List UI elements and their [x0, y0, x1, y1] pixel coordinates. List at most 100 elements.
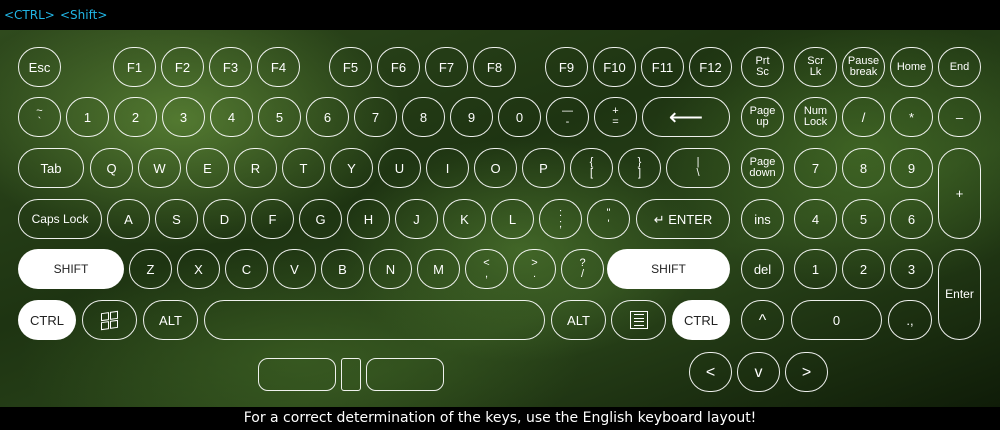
key-1[interactable]: 1	[66, 97, 109, 137]
key-minus[interactable]: — -	[546, 97, 589, 137]
key-f8[interactable]: F8	[473, 47, 516, 87]
key-i[interactable]: I	[426, 148, 469, 188]
key-end[interactable]: End	[938, 47, 981, 87]
key-ctrl-right[interactable]: CTRL	[672, 300, 730, 340]
key-num-8[interactable]: 8	[842, 148, 885, 188]
key-num-9[interactable]: 9	[890, 148, 933, 188]
key-arrow-right[interactable]: >	[785, 352, 828, 392]
key-b[interactable]: B	[321, 249, 364, 289]
key-v[interactable]: V	[273, 249, 316, 289]
key-prtsc[interactable]: Prt Sc	[741, 47, 784, 87]
key-num-0[interactable]: 0	[791, 300, 882, 340]
key-alt-right[interactable]: ALT	[551, 300, 606, 340]
key-tilde[interactable]: ~ `	[18, 97, 61, 137]
key-enter[interactable]: ↵ ENTER	[636, 199, 730, 239]
key-slash[interactable]: ? /	[561, 249, 604, 289]
key-num-7[interactable]: 7	[794, 148, 837, 188]
key-quote[interactable]: " '	[587, 199, 630, 239]
key-num-plus[interactable]: +	[938, 148, 981, 239]
key-pagedown[interactable]: Page down	[741, 148, 784, 188]
key-8[interactable]: 8	[402, 97, 445, 137]
key-num-4[interactable]: 4	[794, 199, 837, 239]
key-menu[interactable]	[611, 300, 666, 340]
key-arrow-left[interactable]: <	[689, 352, 732, 392]
key-num-2[interactable]: 2	[842, 249, 885, 289]
key-scrlk[interactable]: Scr Lk	[794, 47, 837, 87]
key-r[interactable]: R	[234, 148, 277, 188]
key-num-1[interactable]: 1	[794, 249, 837, 289]
key-tab[interactable]: Tab	[18, 148, 84, 188]
key-shift-left[interactable]: SHIFT	[18, 249, 124, 289]
key-num-5[interactable]: 5	[842, 199, 885, 239]
key-bracket-right[interactable]: } ]	[618, 148, 661, 188]
key-t[interactable]: T	[282, 148, 325, 188]
key-num-multiply[interactable]: *	[890, 97, 933, 137]
key-u[interactable]: U	[378, 148, 421, 188]
key-o[interactable]: O	[474, 148, 517, 188]
key-num-3[interactable]: 3	[890, 249, 933, 289]
key-d[interactable]: D	[203, 199, 246, 239]
key-m[interactable]: M	[417, 249, 460, 289]
key-k[interactable]: K	[443, 199, 486, 239]
key-num-minus[interactable]: –	[938, 97, 981, 137]
key-h[interactable]: H	[347, 199, 390, 239]
key-f11[interactable]: F11	[641, 47, 684, 87]
key-6[interactable]: 6	[306, 97, 349, 137]
key-numlock[interactable]: Num Lock	[794, 97, 837, 137]
key-capslock[interactable]: Caps Lock	[18, 199, 102, 239]
key-backslash[interactable]: | \	[666, 148, 730, 188]
key-7[interactable]: 7	[354, 97, 397, 137]
key-3[interactable]: 3	[162, 97, 205, 137]
key-5[interactable]: 5	[258, 97, 301, 137]
key-f2[interactable]: F2	[161, 47, 204, 87]
key-num-enter[interactable]: Enter	[938, 249, 981, 340]
key-j[interactable]: J	[395, 199, 438, 239]
key-arrow-down[interactable]: v	[737, 352, 780, 392]
touchpad-left-button[interactable]	[258, 358, 336, 391]
key-f10[interactable]: F10	[593, 47, 636, 87]
key-w[interactable]: W	[138, 148, 181, 188]
key-equals[interactable]: + =	[594, 97, 637, 137]
key-q[interactable]: Q	[90, 148, 133, 188]
key-f9[interactable]: F9	[545, 47, 588, 87]
key-windows[interactable]	[82, 300, 137, 340]
key-g[interactable]: G	[299, 199, 342, 239]
key-0[interactable]: 0	[498, 97, 541, 137]
key-z[interactable]: Z	[129, 249, 172, 289]
touchpad-middle-button[interactable]	[341, 358, 361, 391]
key-n[interactable]: N	[369, 249, 412, 289]
key-a[interactable]: A	[107, 199, 150, 239]
key-l[interactable]: L	[491, 199, 534, 239]
key-f7[interactable]: F7	[425, 47, 468, 87]
key-comma[interactable]: < ,	[465, 249, 508, 289]
key-esc[interactable]: Esc	[18, 47, 61, 87]
key-s[interactable]: S	[155, 199, 198, 239]
key-arrow-up[interactable]: ^	[741, 300, 784, 340]
key-f[interactable]: F	[251, 199, 294, 239]
key-2[interactable]: 2	[114, 97, 157, 137]
key-shift-right[interactable]: SHIFT	[607, 249, 730, 289]
key-9[interactable]: 9	[450, 97, 493, 137]
key-4[interactable]: 4	[210, 97, 253, 137]
key-f3[interactable]: F3	[209, 47, 252, 87]
key-space[interactable]	[204, 300, 545, 340]
key-e[interactable]: E	[186, 148, 229, 188]
key-pageup[interactable]: Page up	[741, 97, 784, 137]
key-alt-left[interactable]: ALT	[143, 300, 198, 340]
key-pause[interactable]: Pause break	[842, 47, 885, 87]
key-bracket-left[interactable]: { [	[570, 148, 613, 188]
key-f5[interactable]: F5	[329, 47, 372, 87]
key-num-divide[interactable]: /	[842, 97, 885, 137]
key-f1[interactable]: F1	[113, 47, 156, 87]
key-y[interactable]: Y	[330, 148, 373, 188]
touchpad-right-button[interactable]	[366, 358, 444, 391]
key-f12[interactable]: F12	[689, 47, 732, 87]
key-f6[interactable]: F6	[377, 47, 420, 87]
key-num-6[interactable]: 6	[890, 199, 933, 239]
key-semicolon[interactable]: : ;	[539, 199, 582, 239]
key-c[interactable]: C	[225, 249, 268, 289]
key-home[interactable]: Home	[890, 47, 933, 87]
key-f4[interactable]: F4	[257, 47, 300, 87]
key-delete[interactable]: del	[741, 249, 784, 289]
key-period[interactable]: > .	[513, 249, 556, 289]
